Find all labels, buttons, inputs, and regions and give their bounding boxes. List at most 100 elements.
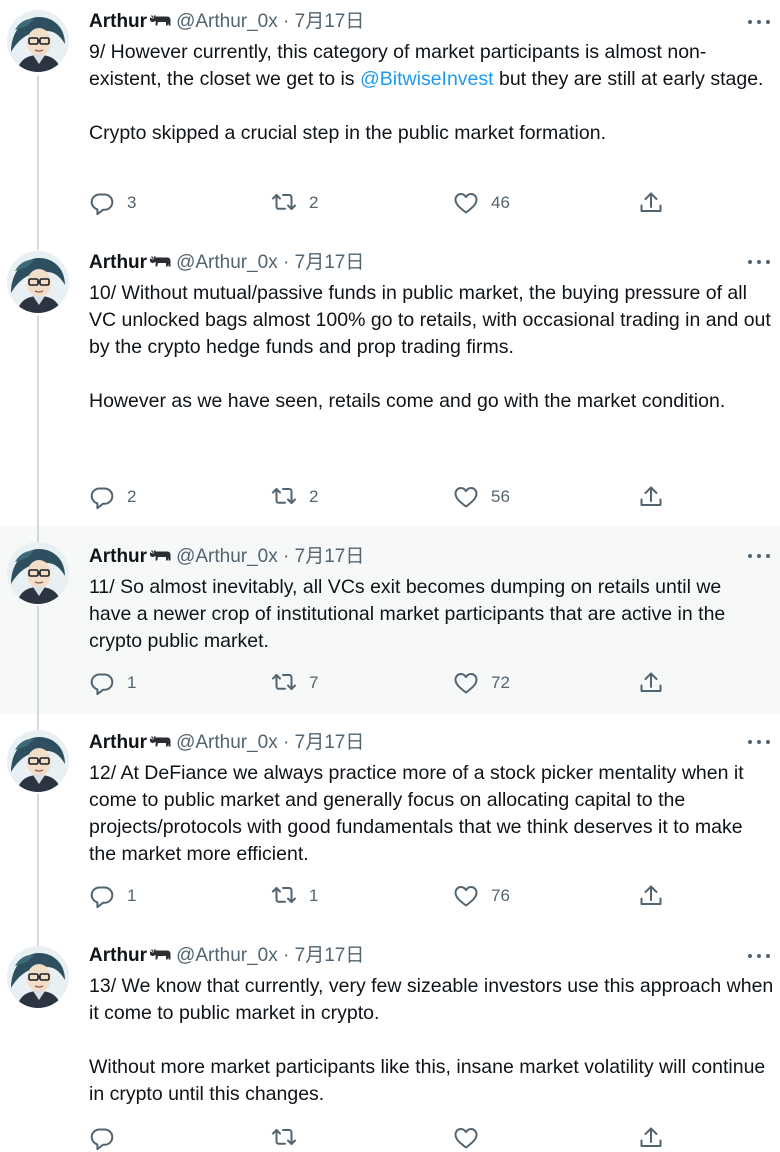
author-name[interactable]: Arthur	[89, 945, 147, 966]
author-name[interactable]: Arthur	[89, 546, 147, 567]
reply-button[interactable]	[89, 1124, 115, 1152]
avatar[interactable]	[7, 10, 69, 72]
reply-button[interactable]: 3	[89, 189, 136, 217]
retweet-button[interactable]: 2	[271, 483, 318, 511]
like-button[interactable]: 72	[453, 669, 510, 697]
author-handle[interactable]: @Arthur_0x	[176, 546, 278, 567]
tweet-date[interactable]: 7月17日	[295, 546, 365, 567]
avatar[interactable]	[7, 251, 69, 313]
like-count: 76	[491, 886, 510, 905]
thread-connector-line	[37, 934, 39, 946]
reply-button[interactable]: 1	[89, 882, 136, 910]
bull-emoji-icon	[149, 255, 172, 268]
share-upload-icon	[640, 1127, 662, 1147]
thread-connector-line	[37, 236, 39, 250]
share-button[interactable]	[638, 669, 664, 697]
more-dots-icon[interactable]	[748, 16, 772, 28]
retweet-icon	[272, 1129, 296, 1145]
thread-connector-line	[37, 526, 39, 542]
avatar-image	[7, 10, 69, 72]
retweet-button[interactable]: 7	[271, 669, 318, 697]
bull-emoji-icon	[149, 549, 172, 562]
retweet-count: 7	[309, 673, 319, 692]
retweet-button[interactable]: 1	[271, 882, 318, 910]
retweet-count: 1	[309, 886, 319, 905]
retweet-button[interactable]	[271, 1124, 297, 1152]
tweet-date[interactable]: 7月17日	[295, 732, 365, 753]
like-button[interactable]	[453, 1124, 479, 1152]
comment-bubble-icon	[90, 673, 114, 696]
tweet-item[interactable]: Arthur @Arthur_0x · 7月17日 12/ At DeFiance…	[0, 714, 780, 934]
tweet-text: 12/ At DeFiance we always practice more …	[89, 762, 750, 865]
tweet-thread: Arthur @Arthur_0x · 7月17日 9/ However curr…	[0, 0, 780, 1151]
tweet-text: 13/ We know that currently, very few siz…	[89, 975, 774, 1105]
like-count: 72	[491, 673, 510, 692]
like-count: 56	[491, 487, 510, 506]
mention-link[interactable]: @BitwiseInvest	[360, 68, 494, 90]
tweet-actions: 2 2 56	[89, 483, 689, 511]
share-button[interactable]	[638, 483, 664, 511]
tweet-actions: 1 7 72	[89, 669, 689, 697]
more-dots-icon[interactable]	[748, 736, 772, 748]
retweet-button[interactable]: 2	[271, 189, 318, 217]
heart-icon	[454, 193, 478, 214]
comment-bubble-icon	[90, 886, 114, 909]
share-button[interactable]	[638, 1124, 664, 1152]
retweet-icon	[272, 194, 296, 210]
separator-dot: ·	[283, 11, 290, 32]
like-button[interactable]: 46	[453, 189, 510, 217]
comment-bubble-icon	[90, 487, 114, 510]
author-name[interactable]: Arthur	[89, 11, 147, 32]
tweet-date[interactable]: 7月17日	[295, 945, 365, 966]
avatar[interactable]	[7, 542, 69, 604]
tweet-actions	[89, 1124, 689, 1152]
reply-count: 2	[127, 487, 137, 506]
tweet-item[interactable]: Arthur @Arthur_0x · 7月17日 10/ Without mut…	[0, 236, 780, 526]
heart-icon	[454, 673, 478, 694]
share-upload-icon	[640, 486, 662, 506]
reply-button[interactable]: 1	[89, 669, 136, 697]
reply-button[interactable]: 2	[89, 483, 136, 511]
tweet-item[interactable]: Arthur @Arthur_0x · 7月17日 13/ We know tha…	[0, 934, 780, 1151]
comment-bubble-icon	[90, 193, 114, 216]
tweet-item[interactable]: Arthur @Arthur_0x · 7月17日 9/ However curr…	[0, 0, 780, 236]
tweet-date[interactable]: 7月17日	[295, 11, 365, 32]
retweet-count: 2	[309, 193, 319, 212]
tweet-header: Arthur @Arthur_0x · 7月17日	[89, 730, 690, 756]
reply-count: 1	[127, 673, 137, 692]
share-upload-icon	[640, 192, 662, 212]
tweet-actions: 3 2 46	[89, 189, 689, 217]
bull-emoji-icon	[149, 948, 172, 961]
tweet-header: Arthur @Arthur_0x · 7月17日	[89, 250, 690, 276]
share-button[interactable]	[638, 189, 664, 217]
like-button[interactable]: 56	[453, 483, 510, 511]
tweet-text: 11/ So almost inevitably, all VCs exit b…	[89, 576, 733, 652]
bull-emoji-icon	[149, 14, 172, 27]
share-button[interactable]	[638, 882, 664, 910]
heart-icon	[454, 886, 478, 907]
author-handle[interactable]: @Arthur_0x	[176, 252, 278, 273]
author-handle[interactable]: @Arthur_0x	[176, 11, 278, 32]
tweet-date[interactable]: 7月17日	[295, 252, 365, 273]
tweet-actions: 1 1 76	[89, 882, 689, 910]
avatar-image	[7, 730, 69, 792]
more-dots-icon[interactable]	[748, 256, 772, 268]
tweet-text: 9/ However currently, this category of m…	[89, 39, 774, 147]
like-button[interactable]: 76	[453, 882, 510, 910]
author-handle[interactable]: @Arthur_0x	[176, 945, 278, 966]
more-dots-icon[interactable]	[748, 950, 772, 962]
author-handle[interactable]: @Arthur_0x	[176, 732, 278, 753]
retweet-icon	[272, 887, 296, 903]
author-name[interactable]: Arthur	[89, 732, 147, 753]
comment-bubble-icon	[90, 1128, 114, 1151]
avatar[interactable]	[7, 730, 69, 792]
separator-dot: ·	[283, 252, 290, 273]
author-name[interactable]: Arthur	[89, 252, 147, 273]
share-upload-icon	[640, 885, 662, 905]
reply-count: 3	[127, 193, 137, 212]
more-dots-icon[interactable]	[748, 550, 772, 562]
tweet-item[interactable]: Arthur @Arthur_0x · 7月17日 11/ So almost i…	[0, 526, 780, 714]
avatar-image	[7, 946, 69, 1008]
avatar[interactable]	[7, 946, 69, 1008]
separator-dot: ·	[283, 732, 290, 753]
